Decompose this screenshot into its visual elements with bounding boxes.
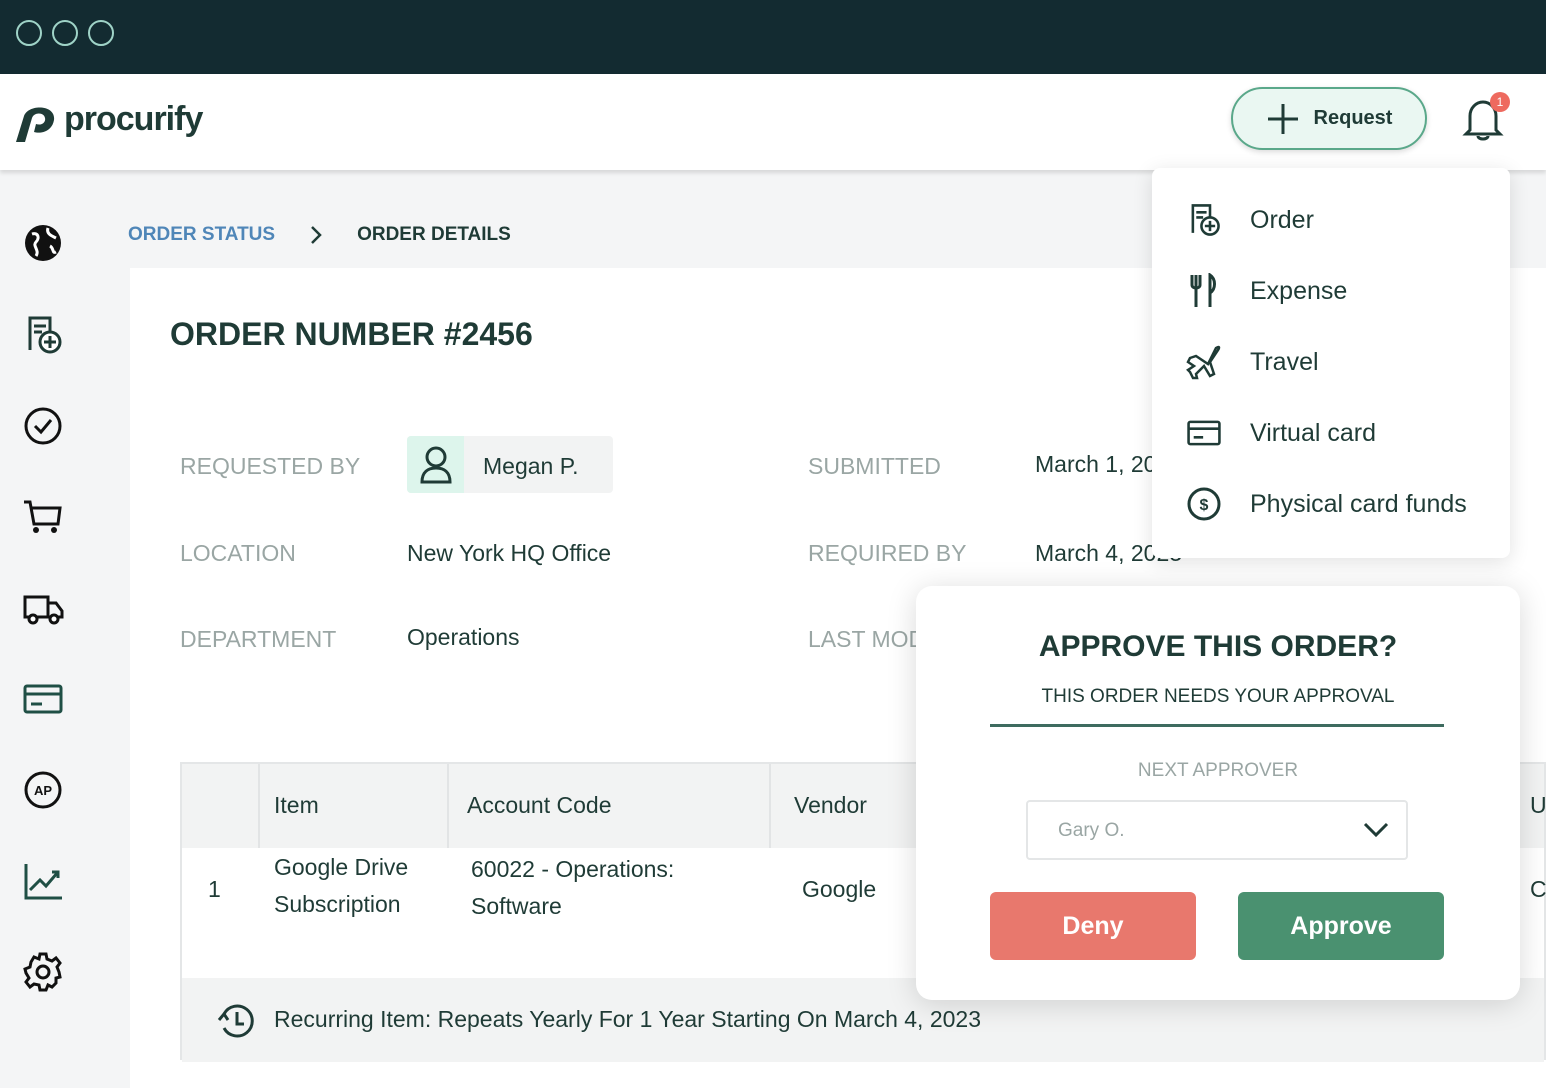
window-close-button[interactable] (16, 20, 42, 46)
breadcrumb-order-status[interactable]: ORDER STATUS (128, 224, 275, 246)
item-line2: Subscription (274, 891, 401, 917)
window-titlebar (0, 0, 1546, 74)
svg-text:AP: AP (34, 783, 52, 798)
gear-icon[interactable] (22, 951, 64, 993)
column-divider (258, 764, 260, 848)
logo-text: procurify (64, 100, 203, 138)
item-line1: Google Drive (274, 854, 409, 880)
extra-value: C (1530, 876, 1546, 902)
header-account-code[interactable]: Account Code (467, 792, 611, 819)
vendor-value: Google (802, 876, 877, 902)
request-menu: Order Expense Travel Virtual card $ Phys… (1152, 168, 1510, 558)
menu-item-physical-card-funds[interactable]: $ Physical card funds (1186, 486, 1467, 522)
menu-item-label: Travel (1250, 347, 1319, 376)
plane-icon (1186, 345, 1221, 380)
header-vendor[interactable]: Vendor (794, 792, 867, 819)
menu-item-label: Order (1250, 205, 1314, 234)
divider (990, 724, 1444, 727)
menu-item-expense[interactable]: Expense (1186, 273, 1347, 309)
menu-item-label: Virtual card (1250, 418, 1376, 447)
user-icon (420, 446, 452, 484)
requested-by-value: Megan P. (483, 453, 579, 479)
request-label: Request (1313, 107, 1393, 129)
procurify-logo-icon (16, 107, 55, 142)
breadcrumb-order-details: ORDER DETAILS (357, 224, 511, 245)
department-label: DEPARTMENT (180, 626, 337, 652)
window-minimize-button[interactable] (52, 20, 78, 46)
card-icon[interactable] (22, 678, 64, 720)
requested-by-label: REQUESTED BY (180, 453, 361, 479)
header-extra[interactable]: U (1530, 792, 1546, 819)
ap-icon[interactable]: AP (22, 769, 64, 811)
column-divider (769, 764, 771, 848)
approval-title: APPROVE THIS ORDER? (1038, 630, 1398, 663)
check-circle-icon[interactable] (22, 405, 64, 447)
menu-item-order[interactable]: Order (1186, 202, 1314, 238)
menu-item-virtual-card[interactable]: Virtual card (1186, 415, 1376, 451)
approval-subtitle: THIS ORDER NEEDS YOUR APPROVAL (1041, 686, 1395, 707)
chart-icon[interactable] (22, 860, 64, 902)
row-number: 1 (208, 876, 221, 902)
deny-button[interactable]: Deny (990, 892, 1196, 960)
globe-icon[interactable] (22, 222, 64, 264)
submitted-label: SUBMITTED (808, 453, 941, 479)
svg-text:$: $ (1200, 497, 1209, 514)
notification-badge: 1 (1490, 92, 1510, 112)
recurring-text: Recurring Item: Repeats Yearly For 1 Yea… (274, 1006, 981, 1032)
location-value: New York HQ Office (407, 540, 612, 566)
header-item[interactable]: Item (274, 792, 319, 819)
history-icon (217, 1004, 254, 1038)
card-icon (1187, 420, 1221, 446)
column-divider (447, 764, 449, 848)
approve-button[interactable]: Approve (1238, 892, 1444, 960)
order-add-icon[interactable] (22, 314, 64, 356)
page-title: ORDER NUMBER #2456 (170, 316, 533, 352)
next-approver-select[interactable]: Gary O. (1026, 800, 1408, 860)
dollar-circle-icon: $ (1187, 487, 1221, 521)
account-line1: 60022 - Operations: (471, 856, 675, 882)
cart-icon[interactable] (22, 496, 64, 538)
location-label: LOCATION (180, 540, 296, 566)
window-maximize-button[interactable] (88, 20, 114, 46)
utensils-icon (1190, 273, 1216, 307)
next-approver-label: NEXT APPROVER (1137, 760, 1299, 781)
approval-dialog: APPROVE THIS ORDER? THIS ORDER NEEDS YOU… (916, 586, 1520, 1000)
truck-icon[interactable] (22, 587, 64, 629)
account-line2: Software (471, 893, 562, 919)
required-by-label: REQUIRED BY (808, 540, 967, 566)
chevron-down-icon (1363, 822, 1389, 838)
menu-item-travel[interactable]: Travel (1186, 344, 1319, 380)
menu-item-label: Expense (1250, 276, 1348, 305)
request-button[interactable]: Request (1231, 87, 1427, 150)
order-add-icon (1191, 204, 1220, 236)
chevron-right-icon (311, 226, 322, 244)
next-approver-value: Gary O. (1058, 820, 1125, 841)
plus-icon (1267, 103, 1298, 134)
breadcrumb: ORDER STATUS ORDER DETAILS (128, 224, 511, 246)
menu-item-label: Physical card funds (1250, 489, 1467, 518)
department-value: Operations (407, 624, 520, 650)
